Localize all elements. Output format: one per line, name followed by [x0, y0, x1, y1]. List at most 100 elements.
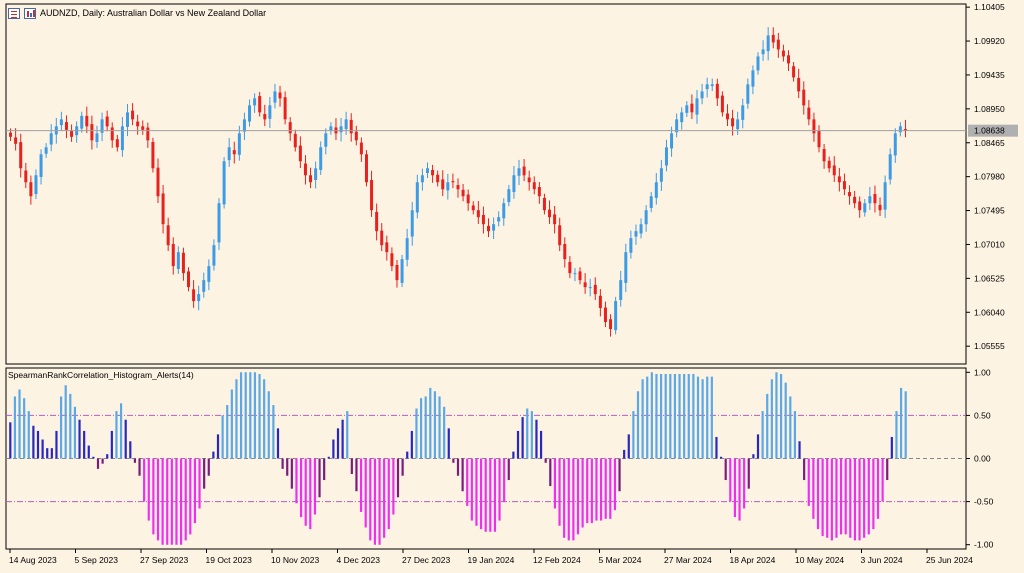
candle-body: [237, 133, 241, 155]
candle-body: [695, 98, 699, 115]
date-tick-label: 19 Jan 2024: [468, 555, 515, 565]
candle-body: [248, 105, 252, 122]
candle-body: [553, 214, 557, 225]
candle-body: [319, 147, 323, 170]
candle-body: [842, 181, 846, 190]
hist-tick-label: -0.50: [974, 497, 994, 507]
candle-body: [761, 49, 765, 55]
date-tick-label: 27 Sep 2023: [140, 555, 188, 565]
hist-tick-label: 0.00: [974, 454, 991, 464]
candle-body: [380, 230, 384, 246]
candle-body: [792, 66, 796, 78]
main-panel-border: [5, 3, 967, 365]
date-tick-label: 18 Apr 2024: [730, 555, 776, 565]
date-tick-label: 12 Feb 2024: [533, 555, 581, 565]
candle-body: [370, 180, 374, 211]
candle-body: [395, 265, 399, 281]
candle-body: [303, 163, 307, 176]
candle-body: [415, 182, 419, 213]
candle-body: [131, 110, 135, 120]
candle-body: [878, 204, 882, 211]
candle-body: [497, 217, 501, 222]
price-tick-label: 1.06525: [974, 273, 1005, 283]
candle-body: [146, 127, 150, 141]
candle-body: [217, 203, 221, 243]
candle-body: [90, 124, 94, 141]
candle-body: [751, 70, 755, 87]
candle-body: [492, 224, 496, 231]
candle-body: [832, 165, 836, 176]
candle-body: [232, 150, 236, 155]
candle-body: [425, 168, 429, 174]
candle-body: [634, 231, 638, 237]
candle-body: [400, 259, 404, 283]
candle-body: [471, 205, 475, 211]
candle-body: [39, 154, 43, 177]
candle-body: [766, 35, 770, 52]
candle-body: [441, 179, 445, 190]
candle-body: [797, 77, 801, 92]
candle-body: [512, 175, 516, 193]
candle-body: [410, 210, 414, 237]
price-tick-label: 1.07010: [974, 239, 1005, 249]
hist-tick-label: -1.00: [974, 540, 994, 550]
candle-body: [715, 83, 719, 99]
date-tick-label: 3 Jun 2024: [861, 555, 903, 565]
candle-body: [364, 154, 368, 183]
candle-body: [390, 253, 394, 267]
candle-body: [375, 211, 379, 232]
date-tick-label: 14 Aug 2023: [9, 555, 57, 565]
price-tick-label: 1.07980: [974, 172, 1005, 182]
candle-body: [227, 147, 231, 161]
date-tick-label: 10 May 2024: [795, 555, 844, 565]
candle-body: [720, 95, 724, 113]
candle-body: [115, 139, 119, 148]
candle-body: [756, 56, 760, 71]
candle-body: [522, 166, 526, 176]
candle-body: [537, 187, 541, 197]
candle-body: [725, 113, 729, 120]
candle-body: [837, 176, 841, 183]
candle-body: [746, 84, 750, 104]
candle-body: [502, 203, 506, 219]
candle-body: [24, 170, 28, 183]
candle-body: [451, 181, 455, 183]
candle-body: [461, 189, 465, 197]
candle-body: [354, 131, 358, 141]
date-tick-label: 4 Dec 2023: [337, 555, 381, 565]
candle-body: [614, 301, 618, 331]
candle-body: [385, 242, 389, 253]
candle-body: [802, 89, 806, 106]
candle-body: [344, 119, 348, 130]
candle-body: [659, 168, 663, 182]
candle-body: [644, 210, 648, 225]
candle-body: [588, 287, 592, 289]
candle-body: [288, 122, 292, 134]
candle-body: [431, 169, 435, 176]
candle-body: [863, 203, 867, 213]
candle-body: [314, 168, 318, 181]
candle-body: [110, 127, 114, 141]
candle-body: [690, 103, 694, 113]
candle-body: [883, 182, 887, 210]
candle-body: [827, 160, 831, 169]
candle-body: [293, 133, 297, 148]
price-tick-label: 1.09435: [974, 70, 1005, 80]
candle-body: [654, 182, 658, 198]
candle-body: [202, 280, 206, 292]
candle-body: [807, 107, 811, 120]
price-tick-label: 1.06040: [974, 307, 1005, 317]
candle-body: [70, 130, 74, 137]
candle-body: [817, 131, 821, 148]
candle-body: [507, 189, 511, 203]
candle-body: [664, 147, 668, 166]
chart-canvas[interactable]: 1.10405 1.09920 1.09435 1.08950 1.08465 1.079…: [0, 0, 1024, 573]
candle-body: [309, 175, 313, 183]
candle-body: [405, 238, 409, 260]
candle-body: [136, 121, 140, 127]
price-tick-label: 1.09920: [974, 36, 1005, 46]
hist-tick-label: 0.50: [974, 410, 991, 420]
candle-body: [329, 126, 333, 131]
date-tick-label: 25 Jun 2024: [926, 555, 973, 565]
candle-body: [527, 177, 531, 183]
